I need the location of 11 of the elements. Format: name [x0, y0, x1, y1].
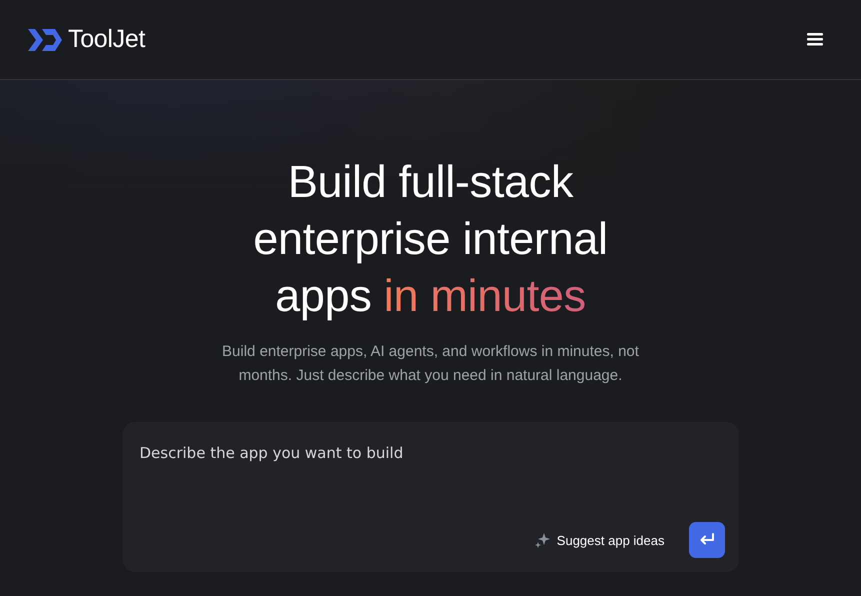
menu-button[interactable]: [805, 31, 825, 48]
hero-heading: Build full-stack enterprise internal apps in minutes: [252, 155, 609, 323]
prompt-field[interactable]: Describe the app you want to build: [140, 444, 724, 522]
hero-subtitle: Build enterprise apps, AI agents, and workflows in minutes, not months. Just describe what you need in natural language.: [221, 342, 640, 386]
submit-button[interactable]: [688, 522, 724, 558]
suggest-button[interactable]: Suggest app ideas: [534, 532, 664, 548]
logo-text: ToolJet: [68, 25, 146, 54]
sparkle-icon: [534, 532, 550, 548]
logo-icon: [28, 28, 62, 50]
enter-icon: [698, 533, 714, 547]
prompt-box[interactable]: Describe the app you want to build Suggest app ideas: [122, 422, 738, 572]
